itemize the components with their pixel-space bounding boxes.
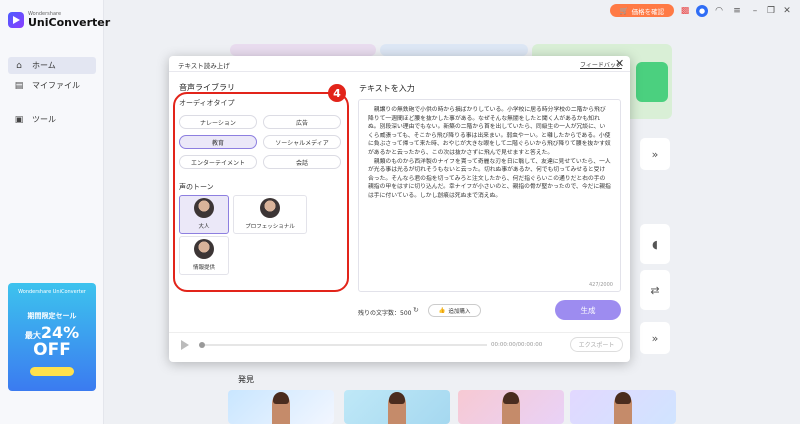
discover-thumbnail[interactable] (458, 390, 564, 424)
text-input-area[interactable]: 親譲りの無鉄砲で小供の時から損ばかりしている。小学校に居る時分学校の二階から飛び… (358, 99, 621, 292)
discover-thumbnail[interactable] (344, 390, 450, 424)
discover-heading: 発見 (238, 375, 254, 384)
promo-title: 期間限定セール (27, 312, 77, 320)
seek-bar[interactable] (205, 344, 487, 346)
play-icon[interactable] (181, 340, 189, 350)
remaining-characters: 残りの文字数：500 (358, 310, 412, 317)
discover-thumbnail[interactable] (570, 390, 676, 424)
brand-name: UniConverter (28, 16, 111, 29)
sidebar-item-label: ツール (32, 115, 56, 124)
text-paragraph: 親類のものから西洋製のナイフを貰って奇麗な刃を日に翳して、友達に見せていたら、一… (368, 158, 611, 199)
uniconverter-logo-icon (8, 12, 24, 28)
chevron-right-icon[interactable]: » (640, 138, 670, 170)
seek-handle[interactable] (199, 342, 205, 348)
promo-max: 最大 (24, 331, 41, 340)
promo-brand: Wondershare UniConverter (18, 289, 86, 295)
home-icon: ⌂ (16, 60, 22, 71)
feature-card[interactable] (380, 44, 528, 56)
playback-time: 00:00:00/00:00:00 (491, 342, 543, 348)
sidebar: Wondershare UniConverter ⌂ ホーム ▤ マイファイル … (0, 0, 110, 424)
chevron-right-icon[interactable]: » (640, 322, 670, 354)
generate-button[interactable]: 生成 (555, 300, 621, 320)
sidebar-item-label: ホーム (32, 61, 56, 70)
highlight-outline (173, 92, 349, 292)
export-button[interactable]: エクスポート (570, 337, 623, 352)
feature-card[interactable] (230, 44, 376, 56)
sidebar-item-tools[interactable]: ▣ ツール (8, 111, 96, 128)
dialog-title: テキスト読み上げ (178, 62, 230, 70)
brand: Wondershare UniConverter (8, 12, 110, 28)
sidebar-item-label: マイファイル (32, 81, 80, 90)
promo-banner[interactable]: Wondershare UniConverter 期間限定セール 最大24% O… (8, 283, 96, 391)
divider (169, 71, 630, 72)
sidebar-item-my-files[interactable]: ▤ マイファイル (8, 77, 96, 94)
discover-thumbnail[interactable] (228, 390, 334, 424)
step-badge: 4 (328, 84, 346, 102)
convert-feature-icon[interactable]: ⇄ (640, 270, 670, 310)
promo-cta-button[interactable] (30, 367, 74, 376)
thumbs-up-icon: 👍 (438, 307, 446, 314)
text-paragraph: 親譲りの無鉄砲で小供の時から損ばかりしている。小学校に居る時分学校の二階から飛び… (368, 107, 611, 156)
buy-more-label: 追加購入 (448, 308, 471, 315)
divider (169, 332, 630, 333)
refresh-icon[interactable]: ↻ (413, 306, 419, 314)
folder-icon: ▤ (14, 80, 24, 91)
sidebar-item-home[interactable]: ⌂ ホーム (8, 57, 96, 74)
feature-illustration-icon (636, 62, 668, 102)
buy-more-button[interactable]: 👍 追加購入 (428, 304, 481, 317)
dialog-close-icon[interactable]: ✕ (615, 57, 624, 70)
character-count: 427/2000 (589, 282, 613, 288)
audio-feature-icon[interactable]: ◖ (640, 224, 670, 264)
promo-off: OFF (33, 340, 71, 360)
text-input-title: テキストを入力 (359, 84, 415, 93)
toolbox-icon: ▣ (14, 114, 24, 125)
